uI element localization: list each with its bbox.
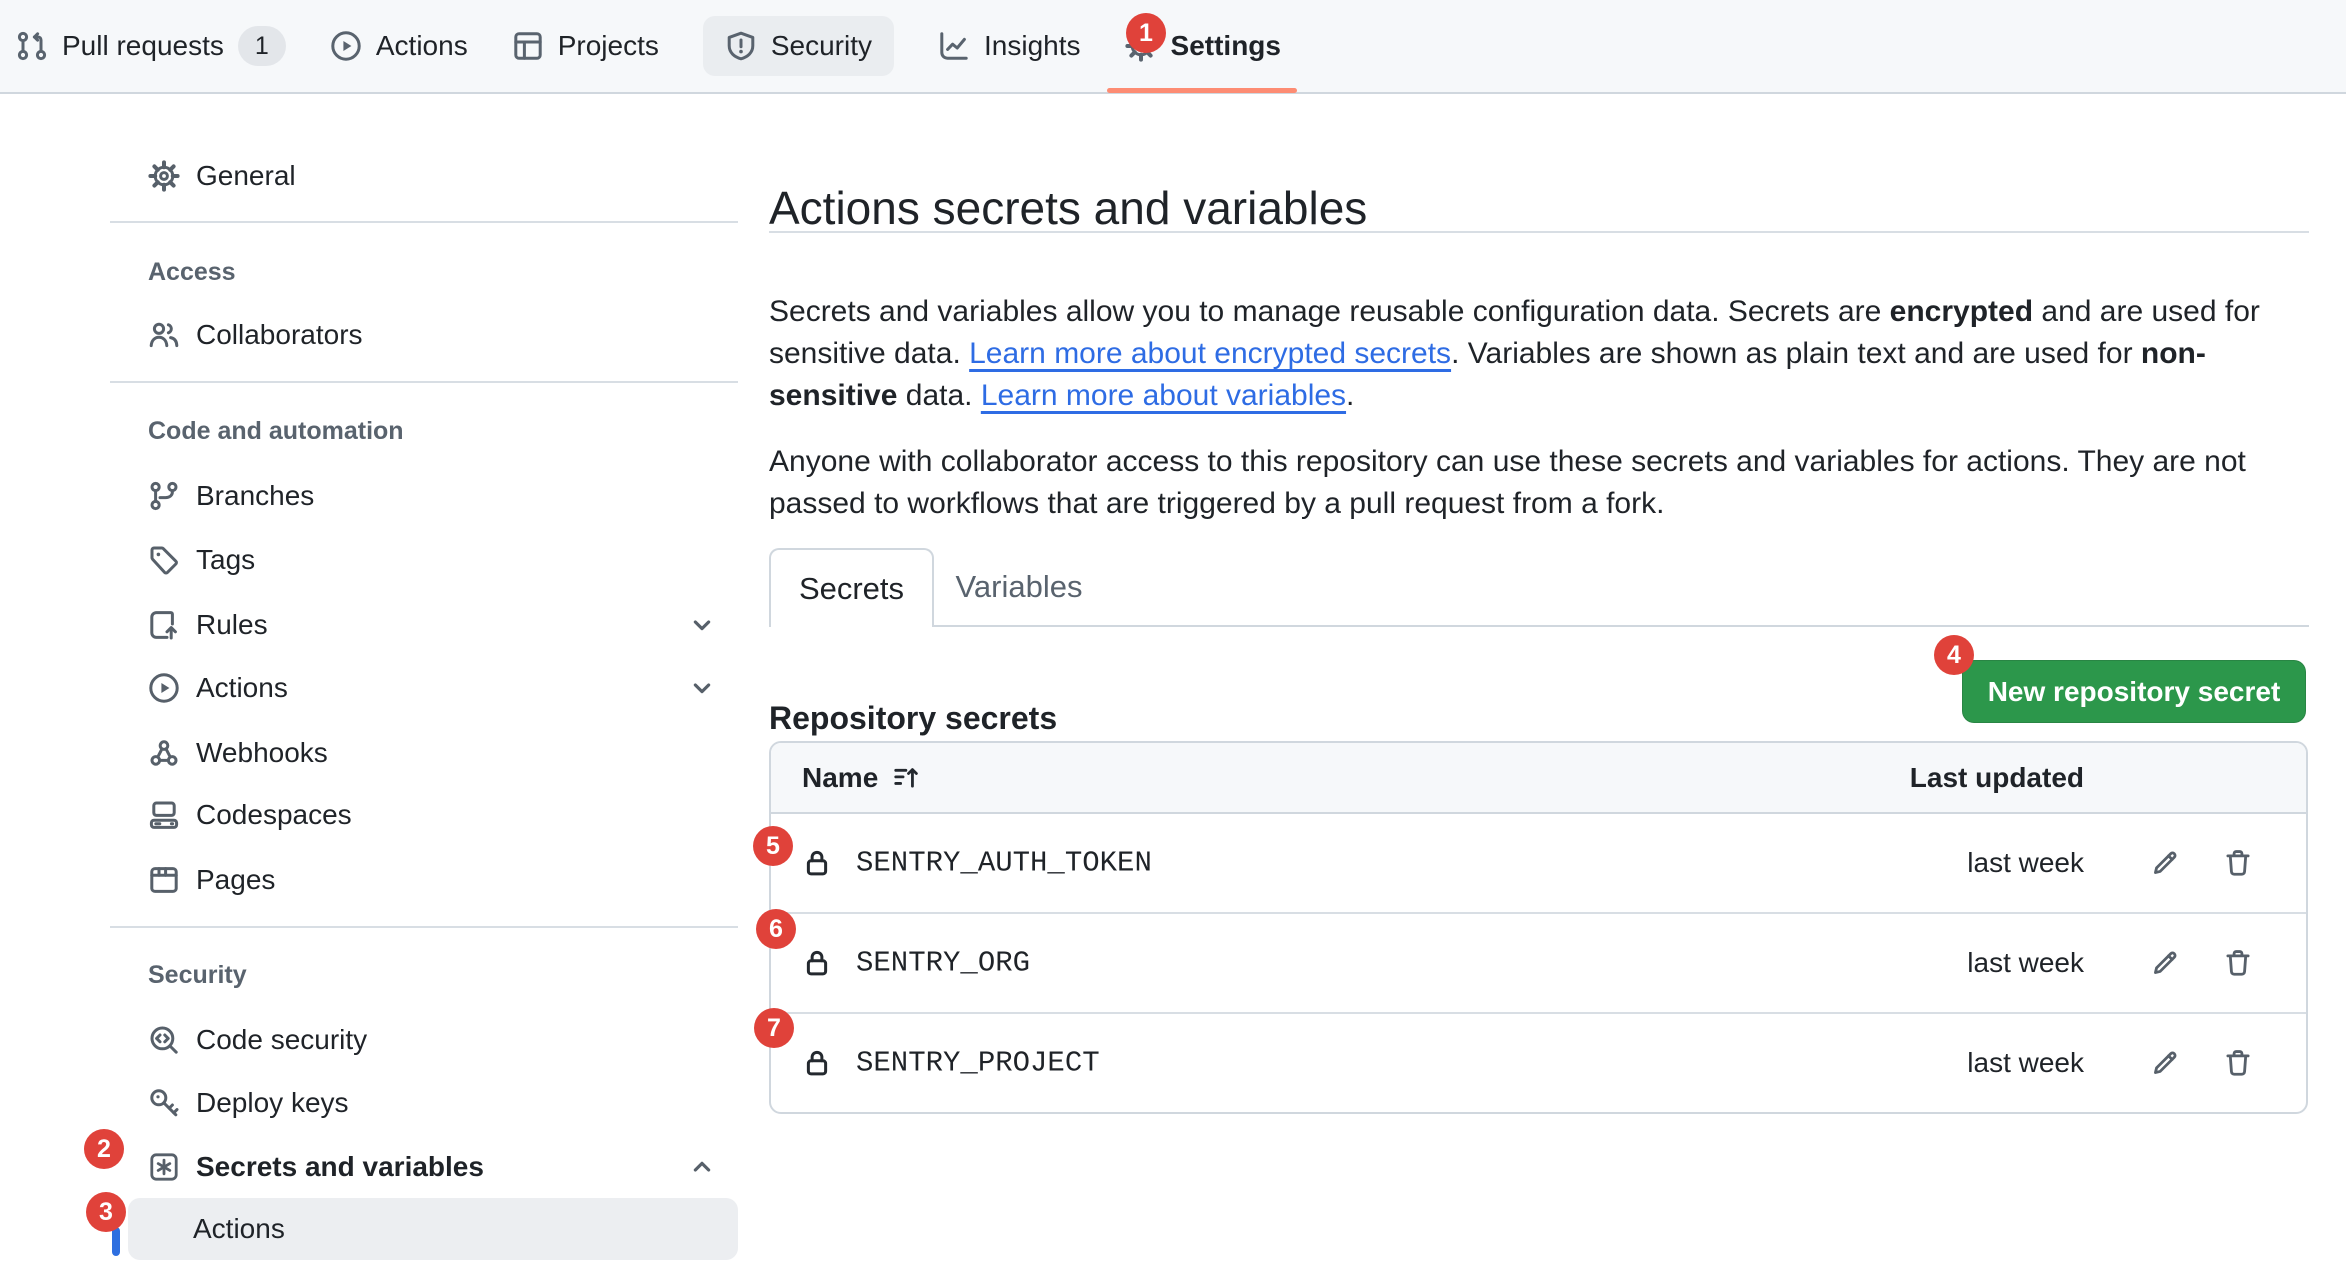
new-repository-secret-button[interactable]: New repository secret bbox=[1962, 660, 2306, 723]
sidebar-item-label: General bbox=[196, 160, 296, 192]
people-icon bbox=[148, 319, 180, 351]
sidebar-item-collaborators[interactable]: Collaborators bbox=[110, 310, 746, 360]
codescan-icon bbox=[148, 1024, 180, 1056]
lock-icon bbox=[802, 848, 832, 878]
link-learn-encrypted-secrets[interactable]: Learn more about encrypted secrets bbox=[969, 337, 1451, 370]
lock-icon bbox=[802, 1048, 832, 1078]
sidebar-item-secrets-and-variables[interactable]: Secrets and variables bbox=[110, 1142, 746, 1192]
gear-icon bbox=[148, 160, 180, 192]
tab-secrets[interactable]: Secrets bbox=[769, 548, 934, 627]
sidebar-item-tags[interactable]: Tags bbox=[110, 535, 746, 585]
page-title: Actions secrets and variables bbox=[769, 181, 1367, 235]
title-divider bbox=[769, 231, 2309, 233]
key-icon bbox=[148, 1087, 180, 1119]
intro-paragraph: Secrets and variables allow you to manag… bbox=[769, 291, 2309, 417]
sidebar-item-actions[interactable]: Actions bbox=[110, 663, 746, 713]
sidebar-item-label: Collaborators bbox=[196, 319, 363, 351]
chevron-down-icon bbox=[688, 674, 716, 702]
secret-name: SENTRY_ORG bbox=[856, 947, 1030, 980]
play-icon bbox=[148, 672, 180, 704]
link-learn-variables[interactable]: Learn more about variables bbox=[981, 379, 1346, 412]
sidebar-item-label: Rules bbox=[196, 609, 268, 641]
tag-icon bbox=[148, 544, 180, 576]
delete-secret-button[interactable] bbox=[2214, 1039, 2262, 1087]
sidebar-item-label: Deploy keys bbox=[196, 1087, 349, 1119]
sidebar-item-rules[interactable]: Rules bbox=[110, 600, 746, 650]
annotation-mark-2: 2 bbox=[84, 1129, 124, 1169]
secret-last-updated: last week bbox=[1967, 847, 2084, 879]
asterisk-box-icon bbox=[148, 1151, 180, 1183]
edit-secret-button[interactable] bbox=[2141, 1039, 2189, 1087]
secret-row: SENTRY_AUTH_TOKEN last week bbox=[771, 814, 2306, 914]
secret-last-updated: last week bbox=[1967, 1047, 2084, 1079]
sidebar-divider bbox=[110, 381, 738, 383]
secrets-variables-tabnav: Secrets Variables bbox=[769, 548, 2309, 627]
git-pull-request-icon bbox=[16, 30, 48, 62]
secret-last-updated: last week bbox=[1967, 947, 2084, 979]
sidebar-item-label: Secrets and variables bbox=[196, 1151, 484, 1183]
collaborator-access-paragraph: Anyone with collaborator access to this … bbox=[769, 441, 2309, 525]
browser-icon bbox=[148, 864, 180, 896]
edit-secret-button[interactable] bbox=[2141, 939, 2189, 987]
lock-icon bbox=[802, 948, 832, 978]
settings-sidebar: General Access Collaborators Code and au… bbox=[110, 0, 746, 1278]
delete-secret-button[interactable] bbox=[2214, 939, 2262, 987]
column-header-name: Name bbox=[802, 762, 878, 794]
sidebar-item-label: Pages bbox=[196, 864, 275, 896]
sidebar-item-label: Webhooks bbox=[196, 737, 328, 769]
sidebar-item-code-security[interactable]: Code security bbox=[110, 1015, 746, 1065]
edit-secret-button[interactable] bbox=[2141, 839, 2189, 887]
sidebar-subitem-actions-active[interactable]: Actions bbox=[128, 1198, 738, 1260]
annotation-mark-1: 1 bbox=[1126, 13, 1166, 53]
secret-name: SENTRY_PROJECT bbox=[856, 1047, 1100, 1080]
sort-ascending-icon[interactable] bbox=[892, 763, 922, 793]
sidebar-item-general[interactable]: General bbox=[110, 151, 746, 201]
delete-secret-button[interactable] bbox=[2214, 839, 2262, 887]
sidebar-item-label: Branches bbox=[196, 480, 314, 512]
annotation-mark-7: 7 bbox=[754, 1008, 794, 1048]
sidebar-item-label: Codespaces bbox=[196, 799, 352, 831]
git-branch-icon bbox=[148, 480, 180, 512]
annotation-mark-6: 6 bbox=[756, 909, 796, 949]
codespaces-icon bbox=[148, 799, 180, 831]
sidebar-item-webhooks[interactable]: Webhooks bbox=[110, 728, 746, 778]
tab-variables[interactable]: Variables bbox=[934, 548, 1104, 625]
sidebar-subitem-label: Actions bbox=[193, 1213, 285, 1245]
sidebar-item-label: Actions bbox=[196, 672, 288, 704]
github-settings-page: Pull requests 1 Actions Projects Securit… bbox=[0, 0, 2346, 1278]
column-header-last-updated: Last updated bbox=[1910, 762, 2084, 794]
table-header-row: Name Last updated bbox=[771, 743, 2306, 814]
chevron-up-icon bbox=[688, 1153, 716, 1181]
intro-text: Secrets and variables allow you to manag… bbox=[769, 295, 1890, 328]
sidebar-section-access: Access bbox=[148, 258, 236, 287]
main-content: Actions secrets and variables Secrets an… bbox=[769, 0, 2309, 1278]
secret-row: SENTRY_ORG last week bbox=[771, 914, 2306, 1014]
rules-icon bbox=[148, 609, 180, 641]
sidebar-section-security: Security bbox=[148, 961, 247, 990]
sidebar-divider bbox=[110, 926, 738, 928]
intro-text: . bbox=[1346, 379, 1354, 412]
sidebar-item-label: Tags bbox=[196, 544, 255, 576]
intro-bold-encrypted: encrypted bbox=[1890, 295, 2033, 328]
secret-name: SENTRY_AUTH_TOKEN bbox=[856, 847, 1152, 880]
sidebar-item-deploy-keys[interactable]: Deploy keys bbox=[110, 1078, 746, 1128]
sidebar-section-code-automation: Code and automation bbox=[148, 417, 404, 446]
secret-row: SENTRY_PROJECT last week bbox=[771, 1014, 2306, 1112]
sidebar-item-pages[interactable]: Pages bbox=[110, 855, 746, 905]
sidebar-item-label: Code security bbox=[196, 1024, 367, 1056]
annotation-mark-4: 4 bbox=[1934, 635, 1974, 675]
intro-text: . Variables are shown as plain text and … bbox=[1451, 337, 2141, 370]
intro-text: data. bbox=[897, 379, 980, 412]
active-item-indicator-bar bbox=[112, 1227, 120, 1256]
sidebar-item-branches[interactable]: Branches bbox=[110, 471, 746, 521]
sidebar-divider bbox=[110, 221, 738, 223]
repository-secrets-table: Name Last updated SENTRY_AUTH_TOKEN last… bbox=[769, 741, 2308, 1114]
sidebar-item-codespaces[interactable]: Codespaces bbox=[110, 790, 746, 840]
annotation-mark-5: 5 bbox=[753, 826, 793, 866]
chevron-down-icon bbox=[688, 611, 716, 639]
annotation-mark-3: 3 bbox=[86, 1192, 126, 1232]
webhook-icon bbox=[148, 737, 180, 769]
